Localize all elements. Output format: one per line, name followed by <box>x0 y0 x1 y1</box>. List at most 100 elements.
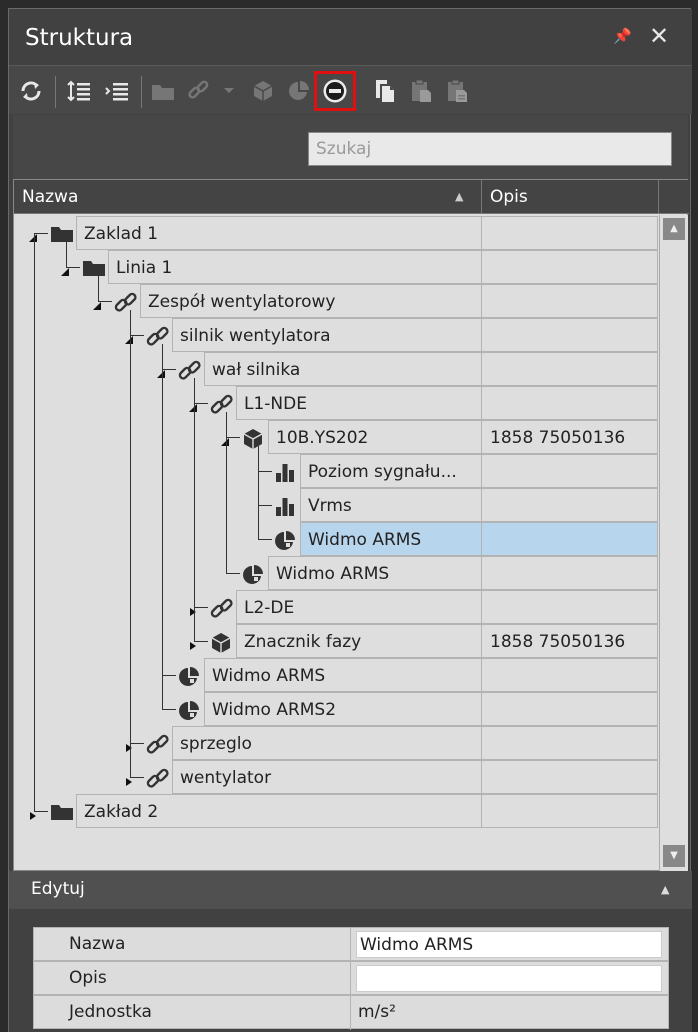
panel-titlebar: Struktura 📌 ✕ <box>9 9 692 65</box>
cube-icon <box>210 632 232 653</box>
tree-row-name: Widmo ARMS <box>268 556 481 590</box>
close-icon[interactable]: ✕ <box>649 22 669 50</box>
unit-value: m/s² <box>358 1002 396 1022</box>
property-label: Nazwa <box>69 934 126 954</box>
tree-row-name: wentylator <box>172 760 481 794</box>
tree-row-description <box>481 590 658 624</box>
tree-row[interactable]: sprzeglo <box>14 726 658 760</box>
tree-row[interactable]: L2-DE <box>14 590 658 624</box>
tree-row-name: Widmo ARMS2 <box>204 692 481 726</box>
panel-title: Struktura <box>25 25 134 51</box>
tree-row-description <box>481 794 658 828</box>
tree-row-name: Poziom sygnału... <box>300 454 481 488</box>
tree-row[interactable]: Zespół wentylatorowy <box>14 284 658 318</box>
link-icon <box>114 292 137 312</box>
add-link-icon[interactable] <box>185 78 213 104</box>
description-field[interactable] <box>356 965 662 992</box>
tree-row[interactable]: Widmo ARMS2 <box>14 692 658 726</box>
name-field[interactable]: Widmo ARMS <box>356 931 662 958</box>
pie-icon <box>178 700 200 720</box>
pie-icon <box>178 666 200 686</box>
folder-icon <box>50 224 73 244</box>
tree-row-description <box>481 522 658 556</box>
add-folder-icon[interactable] <box>149 78 177 104</box>
property-label: Opis <box>69 968 107 988</box>
add-measurement-icon[interactable] <box>285 78 313 104</box>
tree-row[interactable]: Linia 1 <box>14 250 658 284</box>
property-label: Jednostka <box>69 1002 152 1022</box>
link-icon <box>210 598 233 618</box>
tree-row[interactable]: Widmo ARMS <box>14 522 658 556</box>
tree-row-description: 1858 75050136 <box>481 624 658 658</box>
property-row-unit: Jednostka m/s² <box>33 995 669 1030</box>
tree-row[interactable]: Widmo ARMS <box>14 556 658 590</box>
grid-header: Nazwa ▲ Opis <box>14 180 689 214</box>
expand-all-icon[interactable] <box>65 78 93 104</box>
tree-row-name: Widmo ARMS <box>204 658 481 692</box>
tree-row-name: Vrms <box>300 488 481 522</box>
paste-icon[interactable] <box>407 78 435 104</box>
structure-panel: Struktura 📌 ✕ Szukaj Nazwa ▲ Opis Zaklad… <box>8 8 692 1032</box>
pin-icon[interactable]: 📌 <box>613 27 632 45</box>
pie-icon <box>242 564 264 584</box>
copy-icon[interactable] <box>371 78 399 104</box>
bar-chart-icon <box>274 496 296 516</box>
tree-row-description <box>481 692 658 726</box>
tree-row[interactable]: Vrms <box>14 488 658 522</box>
vertical-scrollbar[interactable]: ▲ ▼ <box>659 215 688 871</box>
tree-row[interactable]: Poziom sygnału... <box>14 454 658 488</box>
tree-row-name: 10B.YS202 <box>268 420 481 454</box>
scroll-down-icon[interactable]: ▼ <box>663 845 685 867</box>
tree-row-name: L1-NDE <box>236 386 481 420</box>
tree-row-description <box>481 284 658 318</box>
paste-special-icon[interactable] <box>443 78 471 104</box>
link-icon <box>146 734 169 754</box>
tree-row-description <box>481 658 658 692</box>
tree-row[interactable]: 10B.YS202 1858 75050136 <box>14 420 658 454</box>
folder-icon <box>50 802 73 822</box>
edit-properties: Nazwa Widmo ARMS Opis Jednostka m/s² <box>9 909 692 1032</box>
tree-row-name: wał silnika <box>204 352 481 386</box>
link-icon <box>146 768 169 788</box>
tree-row-name: Zakład 2 <box>76 794 481 828</box>
remove-icon[interactable] <box>321 78 349 104</box>
tree-row-description <box>481 386 658 420</box>
sort-ascending-icon[interactable]: ▲ <box>455 190 463 203</box>
search-input[interactable]: Szukaj <box>308 132 672 166</box>
tree-row-description <box>481 352 658 386</box>
tree-row[interactable]: Zaklad 1 <box>14 216 658 250</box>
tree-row[interactable]: Widmo ARMS <box>14 658 658 692</box>
refresh-icon[interactable] <box>17 78 45 104</box>
link-icon <box>146 326 169 346</box>
tree-row-description <box>481 488 658 522</box>
folder-icon <box>82 258 105 278</box>
tree-row[interactable]: Zakład 2 <box>14 794 658 828</box>
tree-row[interactable]: silnik wentylatora <box>14 318 658 352</box>
tree-row-description <box>481 556 658 590</box>
column-header-name[interactable]: Nazwa <box>22 187 78 207</box>
collapse-edit-icon[interactable]: ▲ <box>661 883 669 896</box>
tree-row[interactable]: L1-NDE <box>14 386 658 420</box>
dropdown-arrow-icon[interactable] <box>221 78 237 104</box>
tree-row-name: Zaklad 1 <box>76 216 481 250</box>
pie-icon <box>274 530 296 550</box>
toolbar <box>9 65 692 114</box>
bar-chart-icon <box>274 462 296 482</box>
tree-row[interactable]: wentylator <box>14 760 658 794</box>
edit-section-header[interactable]: Edytuj ▲ <box>9 871 692 909</box>
tree-row-description <box>481 216 658 250</box>
cube-icon <box>242 428 264 449</box>
tree-row[interactable]: Znacznik fazy 1858 75050136 <box>14 624 658 658</box>
tree-row-name: silnik wentylatora <box>172 318 481 352</box>
tree-row-description <box>481 454 658 488</box>
tree-row-description <box>481 726 658 760</box>
property-row-name: Nazwa Widmo ARMS <box>33 927 669 962</box>
tree-row[interactable]: wał silnika <box>14 352 658 386</box>
collapse-all-icon[interactable] <box>103 78 131 104</box>
add-sensor-icon[interactable] <box>249 78 277 104</box>
scroll-up-icon[interactable]: ▲ <box>663 218 685 240</box>
tree-row-description <box>481 250 658 284</box>
column-header-description[interactable]: Opis <box>490 187 528 207</box>
edit-section-title: Edytuj <box>31 879 85 899</box>
tree-row-name: sprzeglo <box>172 726 481 760</box>
